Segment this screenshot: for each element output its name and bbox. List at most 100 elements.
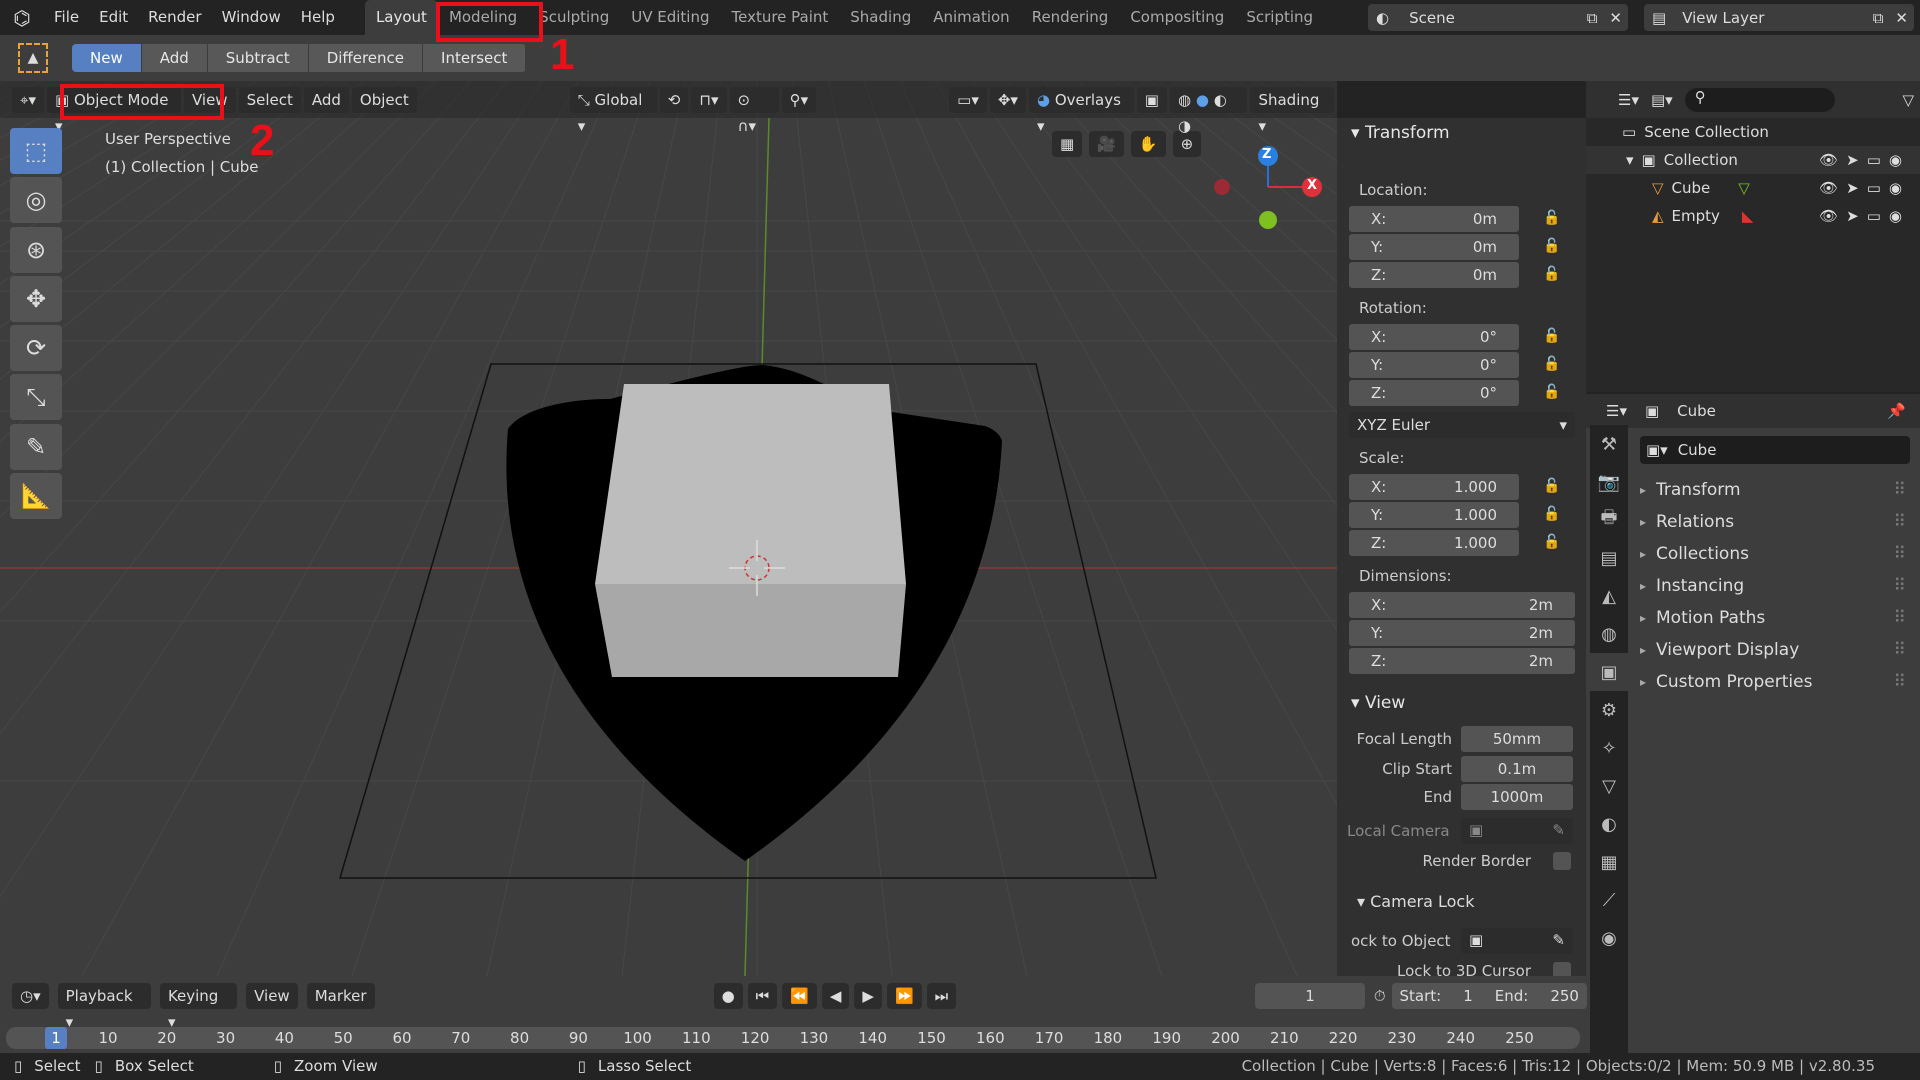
empty-visibility-icons[interactable]: 👁➤▭◉ <box>1819 207 1920 225</box>
cube-visibility-icons[interactable]: 👁➤▭◉ <box>1819 179 1920 197</box>
jump-end-icon[interactable]: ⏭ <box>926 983 957 1009</box>
view-panel-header[interactable]: ▾ View <box>1337 688 1586 718</box>
lock-icon[interactable]: 🔓 <box>1543 356 1560 372</box>
timeline-editor-icon[interactable]: ◷▾ <box>12 983 49 1009</box>
scale-z-field[interactable]: Z: 1.000 <box>1349 530 1519 556</box>
menu-add[interactable]: Add <box>303 86 349 113</box>
rotation-y-field[interactable]: Y: 0° <box>1349 352 1519 378</box>
scene-selector[interactable]: ◐ Scene ⧉ ✕ <box>1368 4 1628 31</box>
scale-tool-icon[interactable]: ⤡ <box>10 374 62 420</box>
xray-icon[interactable]: ▣ <box>1136 86 1167 113</box>
scale-y-field[interactable]: Y: 1.000 <box>1349 502 1519 528</box>
link-icon[interactable]: ⚲▾ <box>781 86 817 113</box>
panel-transform[interactable]: Transform ⠿ <box>1634 474 1920 506</box>
proportional-edit-icon[interactable]: ⊙ ∩▾ <box>729 86 779 135</box>
render-border-checkbox[interactable] <box>1553 852 1571 870</box>
mode-intersect-button[interactable]: Intersect <box>423 44 527 72</box>
modifier-tab-icon[interactable]: ⚙ <box>1590 691 1628 729</box>
transform-orientation-dropdown[interactable]: ⤡ Global ▾ <box>569 86 657 135</box>
lock-icon[interactable]: 🔓 <box>1543 506 1560 522</box>
current-frame-field[interactable]: 1 <box>1255 983 1365 1009</box>
new-scene-icon[interactable]: ⧉ <box>1581 9 1604 27</box>
move-tool-icon[interactable]: ✥ <box>10 276 62 322</box>
location-z-field[interactable]: Z: 0m <box>1349 262 1519 288</box>
dimensions-z-field[interactable]: Z: 2m <box>1349 648 1575 674</box>
menu-select[interactable]: Select <box>238 86 301 113</box>
pivot-icon[interactable]: ⟲ <box>659 86 689 113</box>
select-box-tool-icon[interactable]: ▲ <box>18 43 48 73</box>
end-field[interactable]: 1000m <box>1461 784 1573 810</box>
frame-ruler-scrollbar[interactable]: 1 10 20 30 40 50 60 70 80 90 100 110 120 130 140 150 160… <box>6 1027 1580 1049</box>
menu-playback[interactable]: Playback ▾ <box>57 983 151 1031</box>
next-keyframe-icon[interactable]: ⏩ <box>886 983 922 1009</box>
focal-length-field[interactable]: 50mm <box>1461 726 1573 752</box>
view-layer-tab-icon[interactable]: ▤ <box>1590 539 1628 577</box>
menu-window[interactable]: Window <box>212 0 291 35</box>
lock-icon[interactable]: 🔓 <box>1543 266 1560 282</box>
filter-icon[interactable]: ▽ <box>1902 91 1920 109</box>
mode-add-button[interactable]: Add <box>141 44 208 72</box>
drag-handle-icon[interactable]: ⠿ <box>1894 666 1906 698</box>
object-data-tab-icon[interactable]: ◉ <box>1590 919 1628 957</box>
clip-start-field[interactable]: 0.1m <box>1461 756 1573 782</box>
select-tool-icon[interactable]: ⬚ <box>10 128 62 174</box>
expand-arrow-icon[interactable]: ▾ <box>1626 151 1634 169</box>
panel-relations[interactable]: Relations ⠿ <box>1634 506 1920 538</box>
camera-lock-header[interactable]: ▾ Camera Lock <box>1357 892 1474 911</box>
panel-motion-paths[interactable]: Motion Paths ⠿ <box>1634 602 1920 634</box>
outliner-item-empty[interactable]: ◭ Empty ◣ 👁➤▭◉ <box>1586 202 1920 230</box>
local-camera-field[interactable]: ▣ ✎ <box>1461 818 1573 844</box>
lock-to-object-field[interactable]: ▣ ✎ <box>1461 928 1573 954</box>
particles-tab-icon[interactable]: ✧ <box>1590 729 1628 767</box>
dimensions-x-field[interactable]: X: 2m <box>1349 592 1575 618</box>
panel-viewport-display[interactable]: Viewport Display ⠿ <box>1634 634 1920 666</box>
collection-visibility-icons[interactable]: 👁➤▭◉ <box>1819 151 1920 169</box>
menu-render[interactable]: Render <box>138 0 211 35</box>
jump-start-icon[interactable]: ⏮ <box>747 983 778 1009</box>
shading-dropdown[interactable]: Shading ▾ <box>1250 86 1334 135</box>
menu-keying[interactable]: Keying ▾ <box>159 983 238 1031</box>
display-mode-icon[interactable]: ▤▾ <box>1651 91 1673 109</box>
gizmo-toggle-icon[interactable]: ✥▾ <box>989 86 1026 113</box>
tab-scripting[interactable]: Scripting <box>1235 0 1324 35</box>
panel-custom-properties[interactable]: Custom Properties ⠿ <box>1634 666 1920 698</box>
rotation-mode-dropdown[interactable]: XYZ Euler ▾ <box>1349 412 1575 438</box>
lock-icon[interactable]: 🔓 <box>1543 210 1560 226</box>
rotation-z-field[interactable]: Z: 0° <box>1349 380 1519 406</box>
tab-rendering[interactable]: Rendering <box>1021 0 1120 35</box>
scene-tab-icon[interactable]: ◭ <box>1590 577 1628 615</box>
properties-editor-icon[interactable]: ☰▾ <box>1606 402 1627 420</box>
play-reverse-icon[interactable]: ◀ <box>821 983 850 1009</box>
drag-handle-icon[interactable]: ⠿ <box>1894 634 1906 666</box>
tab-animation[interactable]: Animation <box>922 0 1020 35</box>
lock-icon[interactable]: 🔓 <box>1543 534 1560 550</box>
tool-tab-icon[interactable]: ⚒ <box>1590 425 1628 463</box>
record-icon[interactable]: ● <box>713 983 743 1009</box>
overlays-dropdown[interactable]: ◕ Overlays ▾ <box>1028 86 1134 135</box>
gizmo-x-label[interactable]: X <box>1307 178 1317 193</box>
menu-edit[interactable]: Edit <box>89 0 138 35</box>
dimensions-y-field[interactable]: Y: 2m <box>1349 620 1575 646</box>
remove-view-layer-icon[interactable]: ✕ <box>1889 9 1914 27</box>
collection-row[interactable]: ▾ ▣ Collection 👁➤▭◉ <box>1586 146 1920 174</box>
tab-layout[interactable]: Layout <box>364 0 438 35</box>
outliner-editor-icon[interactable]: ☰▾ <box>1618 91 1639 109</box>
camera-view-icon[interactable]: 🎥 <box>1089 131 1124 157</box>
transform-tool-icon[interactable]: ⊛ <box>10 227 62 273</box>
drag-handle-icon[interactable]: ⠿ <box>1894 602 1906 634</box>
texture-tab-icon[interactable]: ▦ <box>1590 843 1628 881</box>
world-tab-icon[interactable]: ◍ <box>1590 615 1628 653</box>
material-tab-icon[interactable]: ◐ <box>1590 805 1628 843</box>
mode-subtract-button[interactable]: Subtract <box>207 44 309 72</box>
timeline-menu-view[interactable]: View <box>246 983 298 1009</box>
transform-panel-header[interactable]: ▾ Transform <box>1337 118 1586 148</box>
location-x-field[interactable]: X: 0m <box>1349 206 1519 232</box>
blender-logo-icon[interactable]: ⌬ <box>0 6 44 30</box>
editor-type-icon[interactable]: ⌖▾ <box>12 86 44 113</box>
rotation-x-field[interactable]: X: 0° <box>1349 324 1519 350</box>
outliner-item-cube[interactable]: ▽ Cube ▽ 👁➤▭◉ <box>1586 174 1920 202</box>
panel-collections[interactable]: Collections ⠿ <box>1634 538 1920 570</box>
snap-icon[interactable]: ⊓▾ <box>691 86 727 113</box>
tab-uv-editing[interactable]: UV Editing <box>620 0 720 35</box>
mode-difference-button[interactable]: Difference <box>308 44 424 72</box>
